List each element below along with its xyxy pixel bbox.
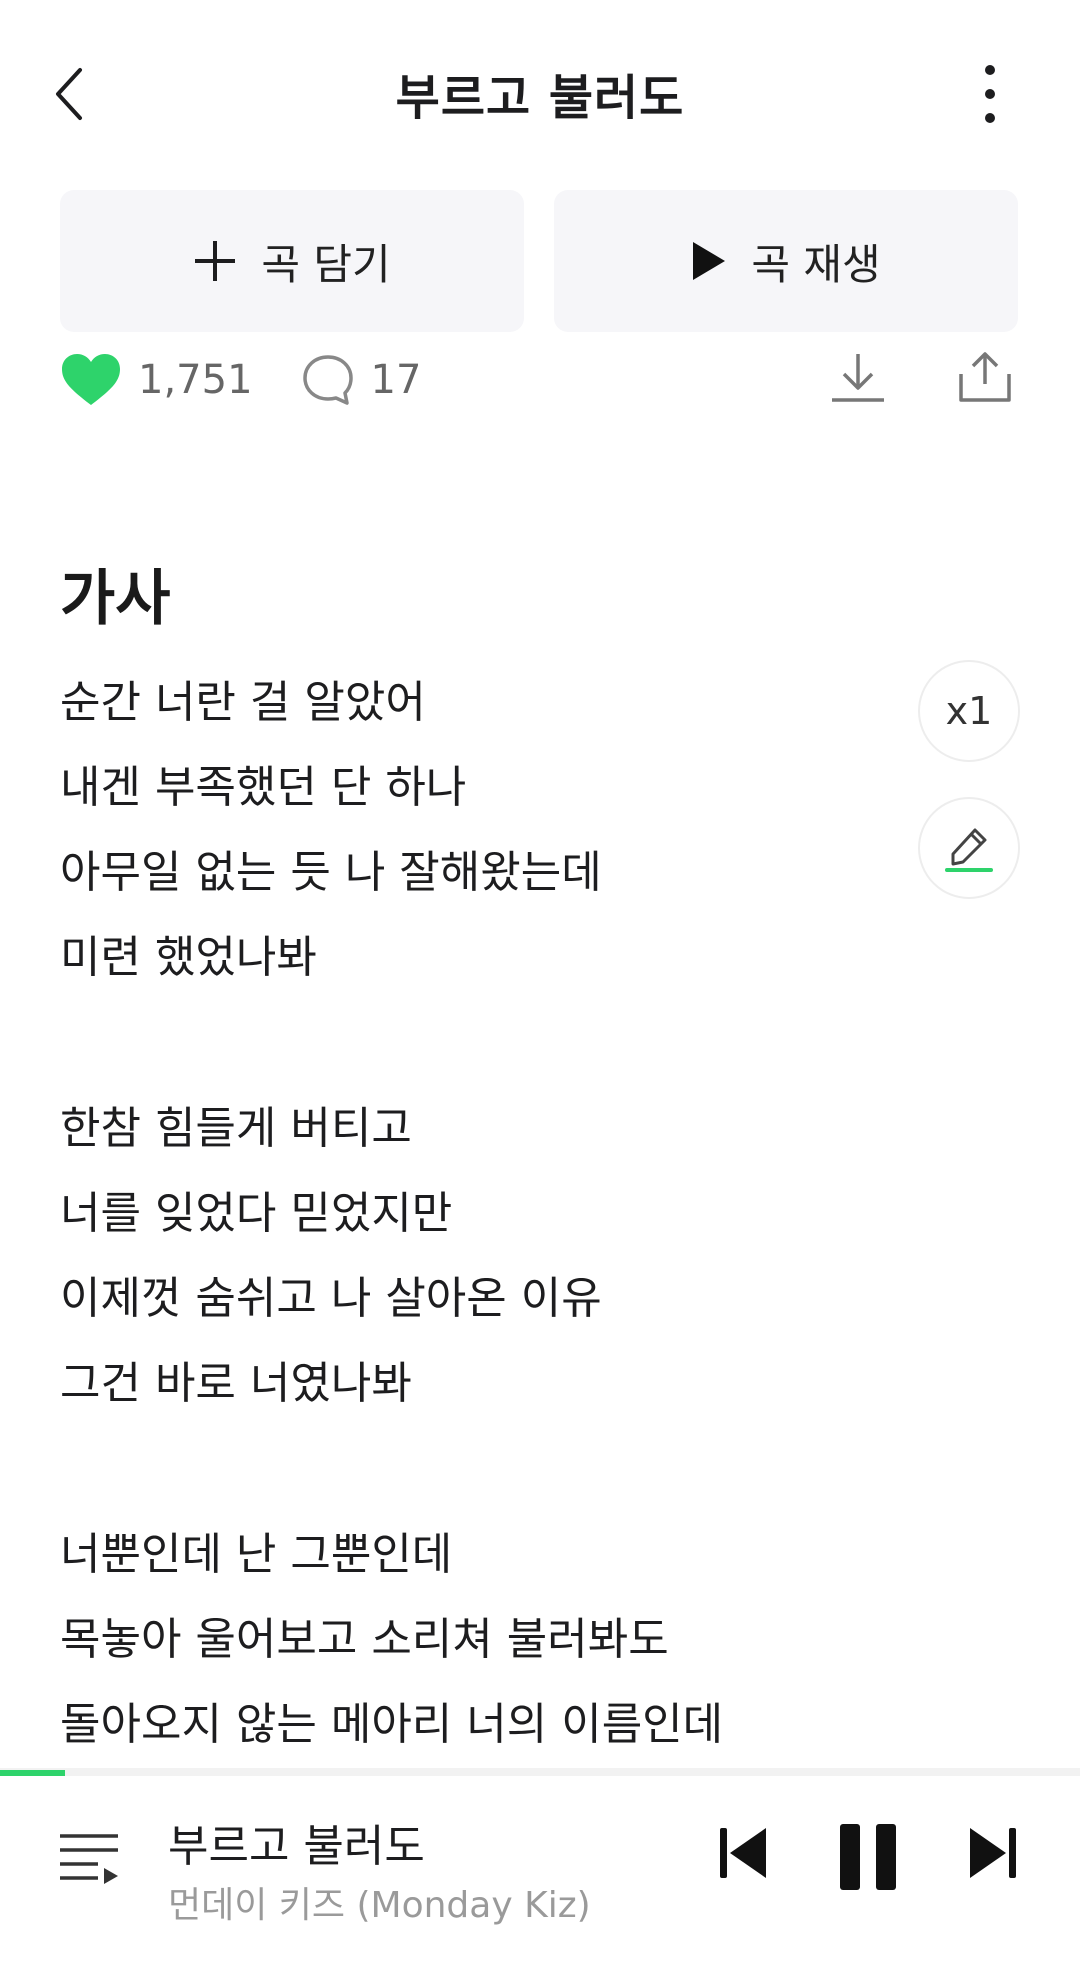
lyric-line: 너뿐인데 난 그뿐인데 (60, 1529, 453, 1580)
lyric-line: 목놓아 울어보고 소리쳐 불러봐도 (60, 1614, 669, 1665)
lyrics-body: 순간 너란 걸 알았어 내겐 부족했던 단 하나 아무일 없는 듯 나 잘해왔는… (60, 660, 860, 1767)
stanza-gap (60, 1000, 860, 1086)
add-song-button[interactable]: 곡 담기 (60, 190, 524, 332)
lyric-line: 너를 잊었다 믿었지만 (60, 1188, 453, 1239)
like-button[interactable] (60, 353, 122, 407)
lyric-line: 미련 했었나봐 (60, 932, 317, 983)
page-title: 부르고 불러도 (395, 70, 685, 126)
add-song-label: 곡 담기 (261, 239, 391, 289)
stanza-gap (60, 1426, 860, 1512)
now-playing-artist[interactable]: 먼데이 키즈 (Monday Kiz) (168, 1876, 591, 1928)
playlist-button[interactable] (58, 1826, 120, 1892)
lyrics-speed-button[interactable]: x1 (918, 660, 1020, 762)
highlighter-icon (945, 828, 993, 872)
pause-button[interactable] (838, 1822, 898, 1896)
download-button[interactable] (828, 350, 888, 406)
now-playing-title[interactable]: 부르고 불러도 (168, 1810, 425, 1874)
lyric-line: 순간 너란 걸 알았어 (60, 677, 426, 728)
playlist-icon (60, 1834, 118, 1884)
next-button[interactable] (968, 1822, 1018, 1888)
pause-icon (840, 1824, 896, 1890)
progress-fill (0, 1770, 65, 1776)
top-bar: 부르고 불러도 (0, 0, 1080, 180)
lyrics-speed-label: x1 (945, 689, 993, 733)
stats-row: 1,751 17 (60, 350, 469, 410)
play-song-label: 곡 재생 (751, 239, 881, 289)
lyric-line: 아무일 없는 듯 나 잘해왔는데 (60, 847, 602, 898)
lyrics-heading: 가사 (60, 564, 171, 634)
lyrics-highlight-button[interactable] (918, 797, 1020, 899)
comment-button[interactable] (301, 353, 355, 407)
mini-player: 부르고 불러도 먼데이 키즈 (Monday Kiz) (0, 1768, 1080, 1973)
play-song-button[interactable]: 곡 재생 (554, 190, 1018, 332)
comment-count: 17 (370, 357, 422, 403)
comment-bubble-icon (302, 355, 353, 405)
share-upload-icon (959, 352, 1011, 402)
skip-next-icon (970, 1828, 1016, 1878)
skip-previous-icon (720, 1828, 766, 1878)
lyric-line: 돌아오지 않는 메아리 너의 이름인데 (60, 1699, 724, 1750)
download-icon (832, 354, 884, 402)
more-options-button[interactable] (975, 58, 1035, 130)
heart-icon (62, 354, 120, 405)
lyric-line: 그건 바로 너였나봐 (60, 1358, 412, 1409)
plus-icon (195, 241, 236, 281)
lyric-line: 한참 힘들게 버티고 (60, 1103, 412, 1154)
like-count: 1,751 (138, 357, 253, 403)
more-vertical-icon (985, 65, 995, 123)
lyric-line: 내겐 부족했던 단 하나 (60, 762, 467, 813)
progress-bar[interactable] (0, 1770, 1080, 1776)
previous-button[interactable] (718, 1822, 768, 1888)
lyric-line: 이제껏 숨쉬고 나 살아온 이유 (60, 1273, 602, 1324)
play-icon (693, 242, 726, 280)
share-button[interactable] (955, 350, 1015, 406)
